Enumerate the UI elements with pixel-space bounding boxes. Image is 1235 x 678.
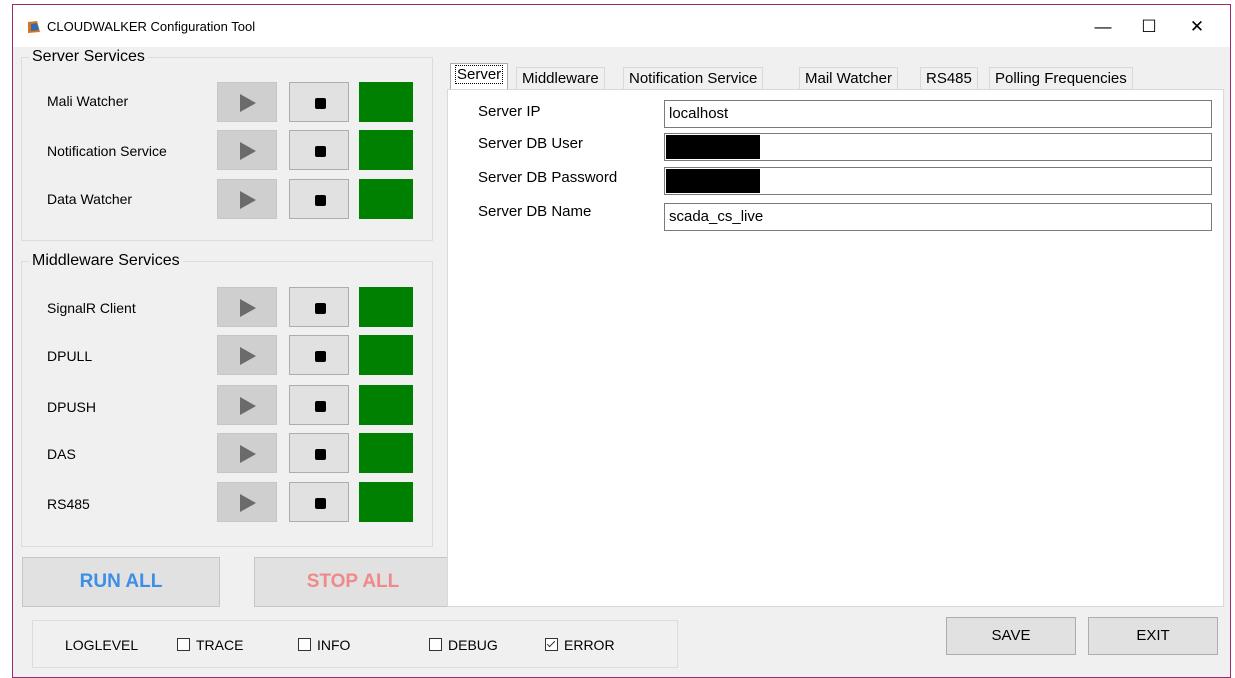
service-label-signalr-client: SignalR Client [47, 300, 136, 316]
stop-icon [315, 146, 326, 157]
tab-server[interactable]: Server [450, 63, 509, 91]
service-label-notification-service: Notification Service [47, 143, 167, 159]
middleware-services-title: Middleware Services [29, 252, 183, 270]
loglevel-trace-checkbox[interactable]: TRACE [177, 637, 243, 653]
stop-rs485-button[interactable] [289, 482, 349, 522]
checkbox-box [298, 638, 311, 651]
exit-button[interactable]: EXIT [1088, 617, 1218, 655]
status-indicator-signalr-client [359, 287, 413, 327]
service-label-dpush: DPUSH [47, 399, 97, 415]
title-bar: CLOUDWALKER Configuration Tool — ☐ ✕ [13, 5, 1230, 47]
redaction-mask [666, 169, 760, 193]
status-indicator-rs485 [359, 482, 413, 522]
loglevel-debug-checkbox[interactable]: DEBUG [429, 637, 498, 653]
stop-icon [315, 195, 326, 206]
loglevel-error-checkbox[interactable]: ERROR [545, 637, 615, 653]
start-dpush-button[interactable] [217, 385, 277, 425]
window-title: CLOUDWALKER Configuration Tool [47, 19, 256, 34]
server-db-name-label: Server DB Name [478, 203, 592, 220]
stop-icon [315, 401, 326, 412]
start-data-watcher-button[interactable] [217, 179, 277, 219]
service-label-das: DAS [47, 446, 76, 462]
play-icon [240, 494, 256, 512]
server-services-title: Server Services [29, 48, 148, 66]
status-indicator-dpush [359, 385, 413, 425]
minimize-button[interactable]: — [1080, 13, 1126, 41]
stop-icon [315, 351, 326, 362]
tab-notification-service[interactable]: Notification Service [623, 67, 764, 91]
stop-mali-watcher-button[interactable] [289, 82, 349, 122]
checkbox-box [429, 638, 442, 651]
loglevel-info-checkbox[interactable]: INFO [298, 637, 350, 653]
tab-rs485[interactable]: RS485 [920, 67, 978, 91]
start-das-button[interactable] [217, 433, 277, 473]
tab-mail-watcher[interactable]: Mail Watcher [799, 67, 898, 91]
app-window: CLOUDWALKER Configuration Tool — ☐ ✕ Ser… [12, 4, 1231, 678]
server-tab-panel: Server IP localhost Server DB User Serve… [447, 89, 1224, 607]
server-db-name-input[interactable]: scada_cs_live [664, 203, 1212, 231]
server-db-user-label: Server DB User [478, 135, 584, 152]
play-icon [240, 191, 256, 209]
stop-all-button[interactable]: STOP ALL [254, 557, 452, 607]
server-ip-label: Server IP [478, 103, 541, 120]
stop-dpush-button[interactable] [289, 385, 349, 425]
status-indicator-data-watcher [359, 179, 413, 219]
checkbox-box [545, 638, 558, 651]
run-all-button[interactable]: RUN ALL [22, 557, 220, 607]
stop-das-button[interactable] [289, 433, 349, 473]
play-icon [240, 397, 256, 415]
play-icon [240, 299, 256, 317]
start-notification-service-button[interactable] [217, 130, 277, 170]
server-ip-input[interactable]: localhost [664, 100, 1212, 128]
status-indicator-mali-watcher [359, 82, 413, 122]
server-db-password-input[interactable] [664, 167, 1212, 195]
stop-data-watcher-button[interactable] [289, 179, 349, 219]
stop-notification-service-button[interactable] [289, 130, 349, 170]
service-label-mali-watcher: Mali Watcher [47, 93, 129, 109]
start-mali-watcher-button[interactable] [217, 82, 277, 122]
start-dpull-button[interactable] [217, 335, 277, 375]
app-icon [28, 21, 40, 33]
stop-icon [315, 98, 326, 109]
stop-icon [315, 498, 326, 509]
play-icon [240, 142, 256, 160]
server-db-password-label: Server DB Password [478, 169, 618, 186]
status-indicator-dpull [359, 335, 413, 375]
play-icon [240, 94, 256, 112]
stop-dpull-button[interactable] [289, 335, 349, 375]
tab-polling-frequencies[interactable]: Polling Frequencies [989, 67, 1133, 91]
service-label-data-watcher: Data Watcher [47, 191, 133, 207]
stop-icon [315, 303, 326, 314]
redaction-mask [666, 135, 760, 159]
close-button[interactable]: ✕ [1174, 13, 1220, 41]
start-signalr-client-button[interactable] [217, 287, 277, 327]
stop-icon [315, 449, 326, 460]
tab-middleware[interactable]: Middleware [516, 67, 605, 91]
start-rs485-button[interactable] [217, 482, 277, 522]
save-button[interactable]: SAVE [946, 617, 1076, 655]
status-indicator-das [359, 433, 413, 473]
stop-signalr-client-button[interactable] [289, 287, 349, 327]
service-label-rs485: RS485 [47, 496, 90, 512]
checkbox-box [177, 638, 190, 651]
play-icon [240, 445, 256, 463]
loglevel-label: LOGLEVEL [65, 637, 139, 653]
service-label-dpull: DPULL [47, 348, 93, 364]
maximize-button[interactable]: ☐ [1126, 13, 1172, 41]
status-indicator-notification-service [359, 130, 413, 170]
server-db-user-input[interactable] [664, 133, 1212, 161]
play-icon [240, 347, 256, 365]
